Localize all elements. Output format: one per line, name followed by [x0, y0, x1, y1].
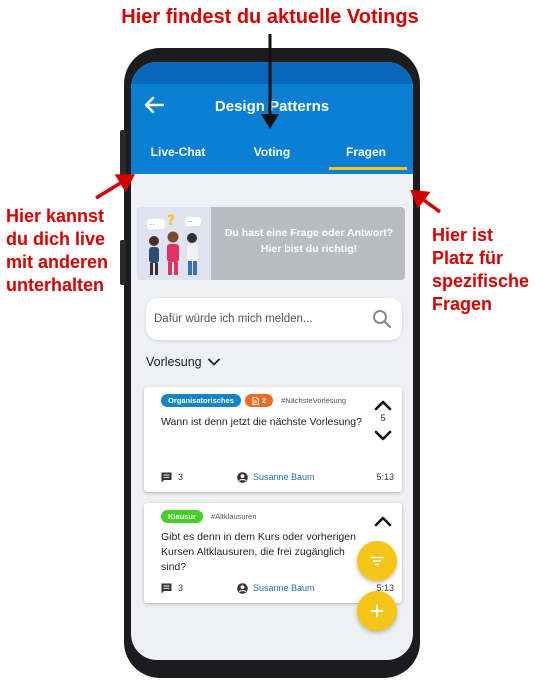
- question-author[interactable]: Susanne Baum: [237, 471, 315, 483]
- comment-count: 3: [178, 583, 184, 593]
- svg-text:···: ···: [149, 222, 155, 229]
- filter-button[interactable]: [357, 541, 397, 581]
- tab-voting[interactable]: Voting: [225, 138, 319, 174]
- author-name: Susanne Baum: [253, 583, 315, 593]
- app-screen: Design Patterns Live-Chat Voting Fragen …: [131, 62, 413, 660]
- document-icon: [252, 396, 259, 405]
- annotation-fragen: Hier ist Platz für spezifische Fragen: [432, 225, 530, 314]
- vote-controls: [372, 515, 394, 527]
- chevron-up-icon: [374, 516, 392, 527]
- tag-klausur[interactable]: Klausur: [161, 510, 203, 523]
- plus-icon: [370, 604, 384, 618]
- question-footer: 3 Susanne Baum 5:13: [161, 581, 394, 595]
- svg-text:?: ?: [167, 213, 175, 229]
- question-time: 5:13: [376, 472, 394, 482]
- add-question-button[interactable]: [357, 591, 397, 631]
- vote-controls: 5: [372, 399, 394, 442]
- tab-live-chat[interactable]: Live-Chat: [131, 138, 225, 174]
- tag-organisatorisches[interactable]: Organisatorisches: [161, 394, 241, 407]
- chevron-down-icon: [207, 358, 220, 366]
- attachment-badge[interactable]: 2: [244, 394, 274, 407]
- question-card[interactable]: Organisatorisches 2 #NächsteVorlesung Wa…: [144, 387, 402, 492]
- question-tags: Organisatorisches 2 #NächsteVorlesung: [161, 394, 346, 407]
- phone-volume-button: [120, 130, 126, 185]
- filter-dropdown-label: Vorlesung: [146, 355, 202, 369]
- question-hashtag[interactable]: #Altklausuren: [211, 512, 256, 521]
- author-name: Susanne Baum: [253, 472, 315, 482]
- tab-fragen[interactable]: Fragen: [319, 138, 413, 174]
- phone-power-button: [120, 240, 126, 285]
- page-title: Design Patterns: [214, 98, 330, 115]
- comments-button[interactable]: 3: [161, 472, 183, 483]
- search-input[interactable]: [154, 298, 364, 340]
- question-tags: Klausur #Altklausuren: [161, 510, 256, 523]
- user-icon: [237, 471, 248, 483]
- user-icon: [237, 582, 248, 594]
- comment-icon: [161, 472, 172, 482]
- banner-text: Du hast eine Frage oder Antwort? Hier bi…: [224, 227, 394, 255]
- comments-button[interactable]: 3: [161, 583, 183, 594]
- question-text: Wann ist denn jetzt die nächste Vorlesun…: [161, 416, 362, 428]
- vote-count: 5: [380, 413, 386, 424]
- people-illustration: ··· ··· ?: [137, 207, 211, 280]
- upvote-button[interactable]: [374, 515, 392, 527]
- chevron-up-icon: [374, 400, 392, 411]
- question-author[interactable]: Susanne Baum: [237, 582, 315, 594]
- annotation-votings: Hier findest du aktuelle Votings: [121, 6, 419, 28]
- comment-icon: [161, 583, 172, 593]
- filter-icon: [370, 556, 384, 566]
- upvote-button[interactable]: [374, 399, 392, 411]
- downvote-button[interactable]: [374, 430, 392, 442]
- app-header: Design Patterns Live-Chat Voting Fragen: [131, 84, 413, 174]
- comment-count: 3: [178, 472, 184, 482]
- search-box: [146, 298, 402, 340]
- tab-bar: Live-Chat Voting Fragen: [131, 138, 413, 174]
- people-illustration-graphic: ··· ··· ?: [147, 213, 201, 275]
- info-banner[interactable]: ··· ··· ? Du hast eine Frage oder Antwor…: [137, 207, 405, 280]
- question-hashtag[interactable]: #NächsteVorlesung: [281, 396, 346, 405]
- annotation-live-chat: Hier kannst du dich live mit anderen unt…: [6, 206, 109, 295]
- filter-dropdown[interactable]: Vorlesung: [146, 352, 220, 372]
- search-icon[interactable]: [372, 309, 392, 329]
- svg-text:···: ···: [187, 219, 193, 226]
- status-bar: [131, 62, 413, 84]
- chevron-down-icon: [374, 430, 392, 441]
- question-text: Gibt es denn in dem Kurs oder vorherigen…: [161, 531, 356, 573]
- attachment-count: 2: [261, 396, 267, 405]
- question-footer: 3 Susanne Baum 5:13: [161, 470, 394, 484]
